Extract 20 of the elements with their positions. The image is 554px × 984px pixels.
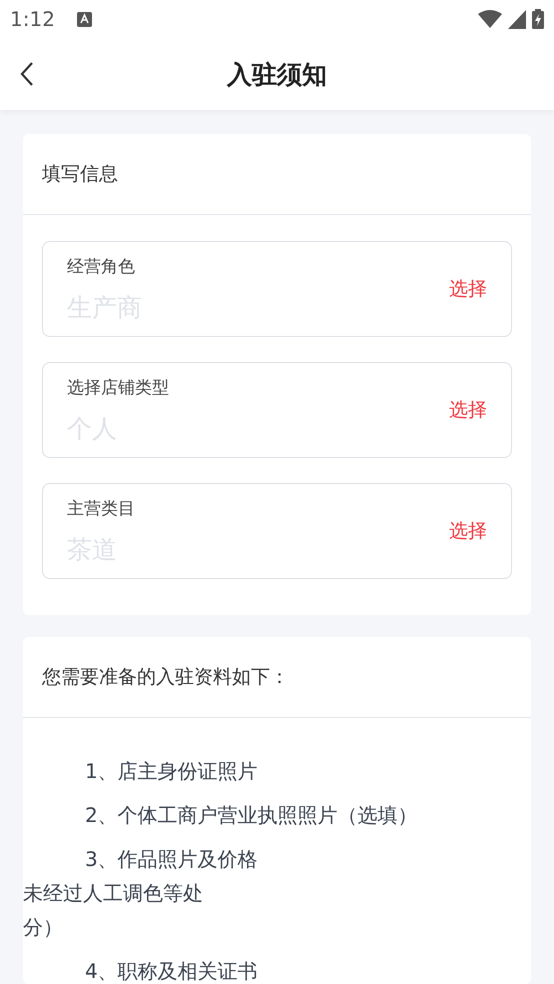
card-title: 您需要准备的入驻资料如下：	[42, 665, 289, 690]
requirement-text: 1、店主身份证照片	[85, 758, 259, 784]
keyboard-icon	[76, 12, 92, 26]
wifi-icon	[478, 9, 502, 29]
requirement-text: 2、个体工商户营业执照照片（选填）	[85, 802, 419, 828]
page-title: 入驻须知	[227, 58, 327, 90]
requirement-text: 未经过人工调色等处	[23, 880, 204, 906]
requirement-text: 4、职称及相关证书	[85, 958, 259, 984]
requirement-text: 3、作品照片及价格	[85, 846, 259, 872]
field-label: 主营类目	[67, 498, 136, 520]
battery-icon	[532, 9, 544, 29]
select-link[interactable]: 选择	[449, 276, 487, 302]
signal-icon	[508, 10, 526, 28]
select-link[interactable]: 选择	[449, 396, 487, 423]
requirement-text: 分）	[23, 914, 64, 940]
field-label: 经营角色	[67, 256, 136, 278]
field-label: 选择店铺类型	[67, 377, 170, 400]
card-title: 填写信息	[42, 162, 118, 187]
select-link[interactable]: 选择	[449, 518, 487, 544]
status-time: 1:12	[10, 7, 55, 31]
